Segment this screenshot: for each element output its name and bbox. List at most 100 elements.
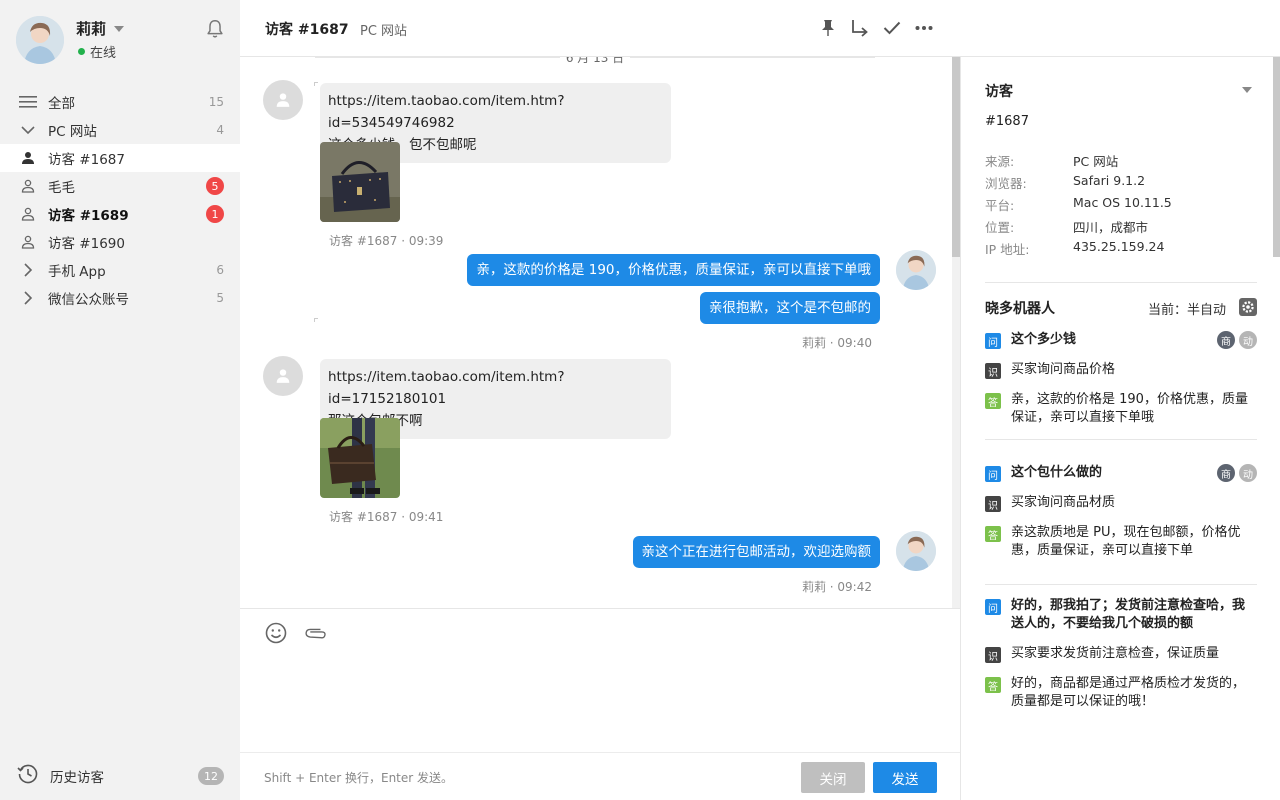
menu-icon (18, 92, 38, 112)
panel-divider (985, 282, 1257, 283)
history-clock-icon (16, 762, 40, 790)
nav-item-label: 手机 App (48, 264, 106, 280)
panel-divider (985, 439, 1257, 440)
attachment-icon[interactable] (304, 621, 328, 645)
answer-text[interactable]: 亲，这款的价格是 190，价格优惠，质量保证，亲可以直接下单哦 (1011, 391, 1257, 427)
answer-text[interactable]: 好的，商品都是通过严格质检才发货的，质量都是可以保证的哦！ (1011, 675, 1257, 711)
answer-tag: 答 (985, 393, 1001, 409)
question-tag: 问 (985, 466, 1001, 482)
nav-item-label: 访客 #1687 (48, 152, 125, 168)
bot-question: 问 这个包什么做的 商动 (985, 464, 1257, 482)
nav-item-label: PC 网站 (48, 124, 97, 140)
nav-group-wechat[interactable]: 微信公众账号 5 (0, 284, 240, 312)
user-name: 莉莉 (76, 20, 107, 38)
info-row-location: 位置: 四川，成都市 (985, 217, 1148, 236)
close-conversation-button[interactable]: 关闭 (801, 762, 865, 793)
nav-item-count: 4 (216, 123, 224, 137)
nav-item-visitor-1689[interactable]: 访客 #1689 1 (0, 200, 240, 228)
nav-item-label: 访客 #1689 (48, 208, 129, 224)
conversation-nav: 全部 15 PC 网站 4 访客 #1687 毛毛 5 访客 #1689 1 访… (0, 88, 240, 312)
visitor-panel-title: 访客 (985, 84, 1013, 100)
agent-avatar (896, 531, 936, 571)
bot-question: 问 好的，那我拍了；发货前注意检查哈，我送人的，不要给我几个破损的额 (985, 597, 1257, 633)
action-button[interactable]: 动 (1239, 464, 1257, 482)
person-outline-icon (18, 204, 38, 224)
conversation-source: PC 网站 (360, 24, 408, 39)
message-meta: 莉莉 · 09:40 (801, 336, 872, 350)
person-filled-icon (18, 148, 38, 168)
nav-item-visitor-1687[interactable]: 访客 #1687 (0, 144, 240, 172)
nav-item-count: 6 (216, 263, 224, 277)
bot-answer[interactable]: 答 好的，商品都是通过严格质检才发货的，质量都是可以保证的哦！ (985, 675, 1257, 711)
info-row-browser: 浏览器: Safari 9.1.2 (985, 173, 1145, 192)
bot-question: 问 这个多少钱 商动 (985, 331, 1257, 349)
outgoing-message[interactable]: 亲，这款的价格是 190，价格优惠，质量保证，亲可以直接下单哦 (467, 254, 880, 286)
pin-icon[interactable] (818, 17, 838, 39)
chevron-down-icon (18, 120, 38, 140)
answer-tag: 答 (985, 677, 1001, 693)
collapse-caret-icon[interactable] (1242, 87, 1252, 93)
info-value: 435.25.159.24 (1073, 239, 1165, 254)
app-window: 莉莉 在线 全部 15 PC 网站 4 访客 #1687 毛毛 5 访客 #16… (0, 0, 1280, 800)
visitor-id: #1687 (985, 114, 1029, 129)
info-key: 来源: (985, 154, 1015, 169)
outgoing-message[interactable]: 亲很抱歉，这个是不包邮的 (700, 292, 880, 324)
product-button[interactable]: 商 (1217, 464, 1235, 482)
nav-item-all[interactable]: 全部 15 (0, 88, 240, 116)
info-key: 浏览器: (985, 176, 1027, 191)
bot-answer[interactable]: 答 亲，这款的价格是 190，价格优惠，质量保证，亲可以直接下单哦 (985, 391, 1257, 427)
emoji-icon[interactable] (264, 621, 288, 645)
intent-tag: 识 (985, 363, 1001, 379)
more-icon[interactable] (914, 17, 934, 39)
info-row-platform: 平台: Mac OS 10.11.5 (985, 195, 1172, 214)
question-text: 这个包什么做的 (1011, 465, 1103, 480)
nav-item-count: 15 (208, 95, 224, 109)
nav-item-label: 毛毛 (48, 180, 75, 196)
intent-text: 买家询问商品材质 (1011, 495, 1116, 510)
outgoing-message[interactable]: 亲这个正在进行包邮活动，欢迎选购额 (632, 536, 880, 568)
unread-badge: 5 (206, 177, 224, 195)
user-avatar[interactable] (16, 16, 64, 64)
message-input[interactable] (240, 659, 960, 751)
message-link[interactable]: https://item.taobao.com/item.htm?id=5345… (328, 90, 663, 134)
nav-item-visitor-1690[interactable]: 访客 #1690 (0, 228, 240, 256)
user-name-dropdown[interactable]: 莉莉 (76, 18, 125, 39)
message-list[interactable]: 6 月 13 日 https://item.taobao.com/item.ht… (240, 57, 960, 608)
panel-scrollbar[interactable] (1273, 57, 1280, 257)
bubble-tail (314, 318, 318, 322)
bell-icon[interactable] (204, 18, 226, 40)
nav-item-label: 微信公众账号 (48, 292, 129, 308)
conversation-title: 访客 #1687 (265, 22, 349, 38)
nav-item-maomao[interactable]: 毛毛 5 (0, 172, 240, 200)
nav-item-label: 全部 (48, 96, 75, 112)
online-dot-icon (78, 48, 85, 55)
transfer-icon[interactable] (850, 17, 870, 39)
message-meta: 莉莉 · 09:42 (801, 580, 872, 594)
history-visitors[interactable]: 历史访客 12 (16, 764, 224, 788)
user-profile: 莉莉 在线 (16, 16, 226, 66)
message-scrollbar[interactable] (952, 57, 960, 257)
product-button[interactable]: 商 (1217, 331, 1235, 349)
header-actions (818, 17, 934, 39)
question-tag: 问 (985, 599, 1001, 615)
answer-tag: 答 (985, 526, 1001, 542)
sidebar: 莉莉 在线 全部 15 PC 网站 4 访客 #1687 毛毛 5 访客 #16… (0, 0, 240, 800)
info-value: Safari 9.1.2 (1073, 173, 1146, 188)
product-image[interactable] (320, 142, 400, 222)
bot-mode: 当前：半自动 (1147, 303, 1226, 318)
info-value: Mac OS 10.11.5 (1073, 195, 1172, 210)
check-icon[interactable] (882, 17, 902, 39)
info-key: 位置: (985, 220, 1015, 235)
gear-icon[interactable] (1238, 297, 1258, 317)
message-link[interactable]: https://item.taobao.com/item.htm?id=1715… (328, 366, 663, 410)
info-value: 四川，成都市 (1073, 220, 1149, 235)
answer-text[interactable]: 亲这款质地是 PU，现在包邮额，价格优惠，质量保证，亲可以直接下单 (1011, 524, 1257, 560)
action-button[interactable]: 动 (1239, 331, 1257, 349)
bot-answer[interactable]: 答 亲这款质地是 PU，现在包邮额，价格优惠，质量保证，亲可以直接下单 (985, 524, 1257, 560)
product-image[interactable] (320, 418, 400, 498)
nav-group-pc-site[interactable]: PC 网站 4 (0, 116, 240, 144)
date-label: 6 月 13 日 (559, 57, 631, 66)
nav-group-mobile-app[interactable]: 手机 App 6 (0, 256, 240, 284)
history-count-badge: 12 (198, 767, 224, 785)
send-button[interactable]: 发送 (873, 762, 937, 793)
